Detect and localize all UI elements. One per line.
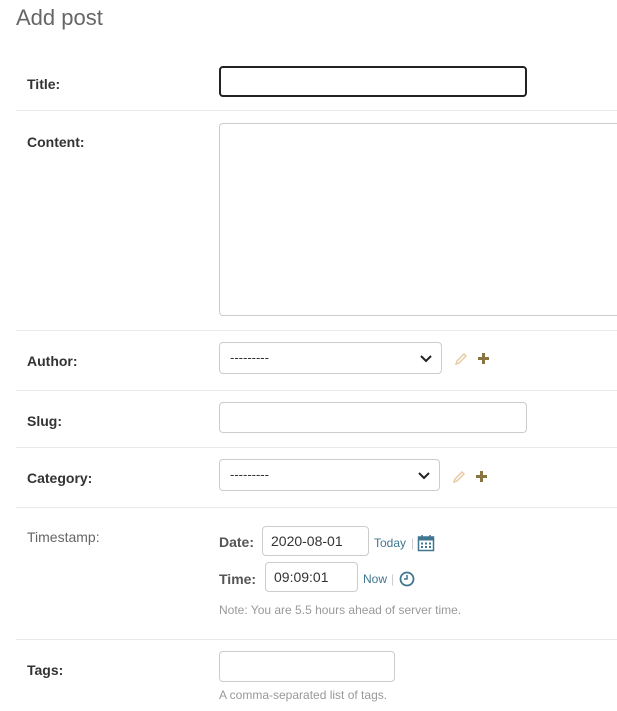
timestamp-label: Timestamp: bbox=[27, 529, 100, 545]
calendar-icon[interactable] bbox=[417, 534, 435, 552]
content-label: Content: bbox=[27, 134, 85, 150]
now-link[interactable]: Now bbox=[363, 572, 387, 586]
pencil-icon[interactable] bbox=[452, 470, 466, 484]
date-label: Date: bbox=[219, 534, 255, 550]
form-row-tags: Tags: A comma-separated list of tags. bbox=[16, 639, 617, 711]
form-row-title: Title: bbox=[16, 52, 617, 111]
page-title: Add post bbox=[16, 5, 103, 30]
clock-icon[interactable] bbox=[399, 571, 415, 587]
tags-input[interactable] bbox=[219, 651, 395, 682]
time-separator: | bbox=[391, 572, 395, 586]
chevron-down-icon bbox=[418, 472, 430, 480]
content-textarea[interactable] bbox=[219, 123, 617, 316]
category-select[interactable]: --------- bbox=[219, 459, 440, 491]
form-row-category: Category: --------- bbox=[16, 447, 617, 508]
time-input[interactable] bbox=[265, 562, 358, 592]
form-row-author: Author: --------- bbox=[16, 330, 617, 391]
category-label: Category: bbox=[27, 470, 93, 486]
time-label: Time: bbox=[219, 571, 257, 587]
author-label: Author: bbox=[27, 353, 78, 369]
tags-label: Tags: bbox=[27, 662, 64, 678]
title-input[interactable] bbox=[219, 66, 527, 97]
slug-input[interactable] bbox=[219, 402, 527, 433]
category-select-value: --------- bbox=[230, 467, 269, 482]
form-row-timestamp: Timestamp: Date: Today | Time: Now | Not… bbox=[16, 507, 617, 640]
plus-icon[interactable] bbox=[475, 470, 488, 483]
chevron-down-icon bbox=[420, 355, 432, 363]
date-input[interactable] bbox=[262, 526, 369, 556]
pencil-icon[interactable] bbox=[454, 352, 468, 366]
slug-label: Slug: bbox=[27, 413, 62, 429]
timezone-note: Note: You are 5.5 hours ahead of server … bbox=[219, 603, 462, 617]
title-label: Title: bbox=[27, 76, 61, 92]
date-separator: | bbox=[411, 536, 415, 550]
tags-help: A comma-separated list of tags. bbox=[219, 688, 388, 702]
author-select-value: --------- bbox=[230, 350, 269, 365]
plus-icon[interactable] bbox=[477, 352, 490, 365]
today-link[interactable]: Today bbox=[374, 536, 406, 550]
form-row-content: Content: bbox=[16, 110, 617, 331]
author-select[interactable]: --------- bbox=[219, 342, 442, 374]
form-row-slug: Slug: bbox=[16, 390, 617, 448]
